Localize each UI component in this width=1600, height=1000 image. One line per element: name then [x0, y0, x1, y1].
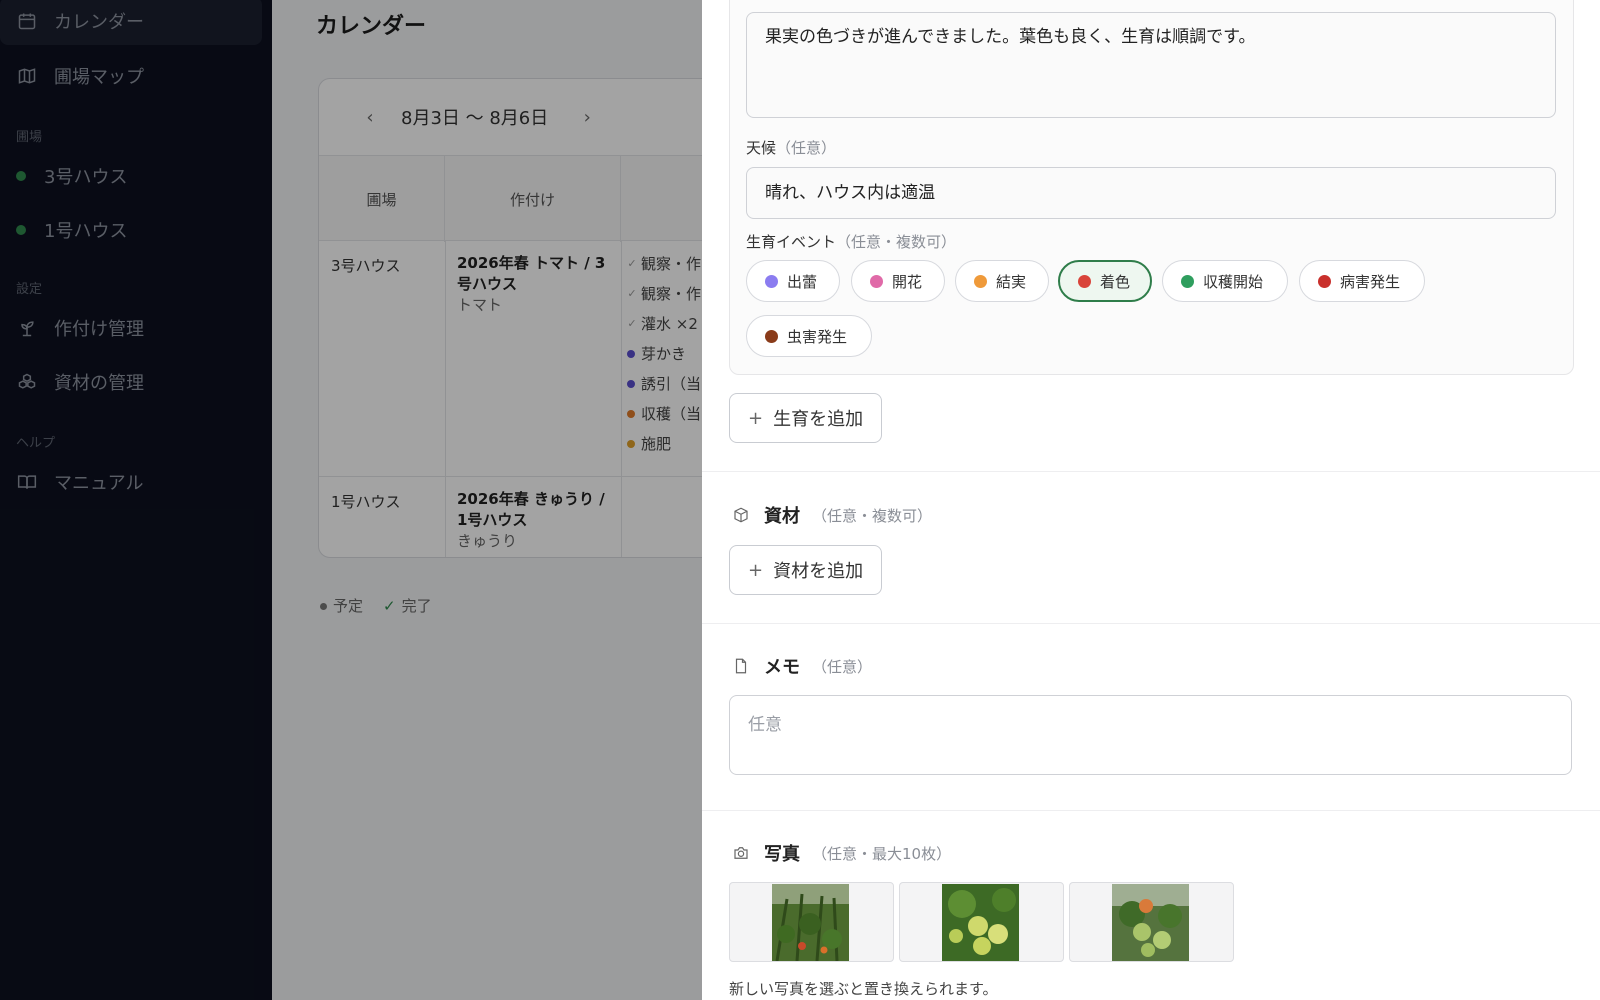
memo-section-header: メモ （任意） — [732, 653, 872, 679]
record-drawer: 果実の色づきが進んできました。葉色も良く、生育は順調です。 天候（任意） 晴れ、… — [702, 0, 1600, 1000]
file-icon — [732, 657, 750, 675]
photo-replace-note: 新しい写真を選ぶと置き換えられます。 — [729, 980, 998, 998]
event-chip-fruit-set[interactable]: 結実 — [955, 260, 1049, 302]
photo-thumbnail[interactable] — [899, 882, 1064, 962]
event-color-dot — [974, 274, 987, 288]
event-color-dot — [765, 274, 778, 288]
modal-backdrop[interactable] — [0, 0, 702, 1000]
event-chip-pest[interactable]: 虫害発生 — [746, 315, 872, 357]
tomato-plants-photo — [772, 884, 849, 961]
photos-section-header: 写真 （任意・最大10枚） — [732, 840, 951, 866]
plus-icon: + — [748, 559, 764, 581]
photo-thumbnail[interactable] — [729, 882, 894, 962]
event-chip-bud[interactable]: 出蕾 — [746, 260, 840, 302]
event-chip-coloring[interactable]: 着色 — [1058, 260, 1152, 302]
growth-events-label: 生育イベント（任意・複数可） — [746, 233, 957, 251]
box-icon — [732, 506, 750, 524]
event-color-dot — [1181, 274, 1194, 288]
add-material-button[interactable]: + 資材を追加 — [729, 545, 883, 595]
event-color-dot — [765, 329, 778, 343]
photo-thumbnail[interactable] — [1069, 882, 1234, 962]
event-chip-harvest-start[interactable]: 収穫開始 — [1162, 260, 1288, 302]
memo-textarea[interactable]: 任意 — [729, 695, 1572, 775]
weather-label: 天候（任意） — [746, 139, 837, 157]
event-color-dot — [1318, 274, 1331, 288]
growth-note-textarea[interactable]: 果実の色づきが進んできました。葉色も良く、生育は順調です。 — [746, 12, 1556, 118]
add-growth-button[interactable]: + 生育を追加 — [729, 393, 883, 443]
event-color-dot — [1078, 274, 1091, 288]
weather-input[interactable]: 晴れ、ハウス内は適温 — [746, 167, 1556, 219]
event-color-dot — [870, 274, 883, 288]
camera-icon — [732, 844, 750, 862]
event-chip-flower[interactable]: 開花 — [851, 260, 945, 302]
ripening-tomatoes-photo — [1112, 884, 1189, 961]
green-tomatoes-photo — [942, 884, 1019, 961]
plus-icon: + — [748, 407, 764, 429]
event-chip-disease[interactable]: 病害発生 — [1299, 260, 1425, 302]
materials-section-header: 資材 （任意・複数可） — [732, 502, 932, 528]
